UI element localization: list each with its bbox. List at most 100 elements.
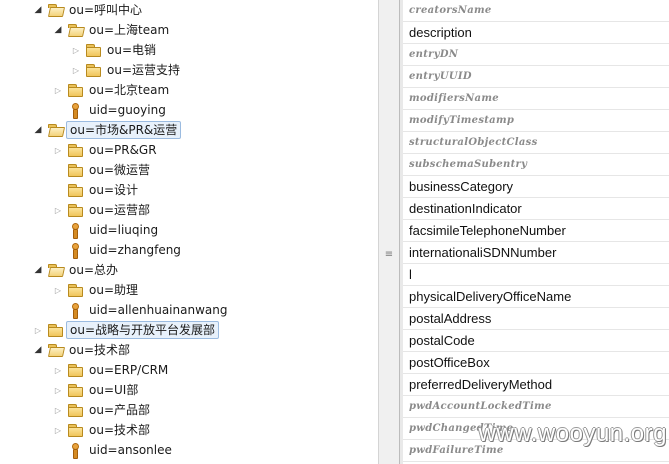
tree-node-label[interactable]: ou=微运营 [86,161,153,179]
operational-attribute-item[interactable]: subschemaSubentry [403,154,669,176]
tree-node[interactable]: ▷ ou=产品部 [52,400,153,420]
tree-node-label[interactable]: uid=ansonlee [86,441,175,459]
tree-node[interactable]: ▷ ou=助理 [52,280,141,300]
ldap-tree-pane[interactable]: ◢ ou=呼叫中心 ◢ ou=上海team ▷ ou=电销 ▷ ou=运营支持 ▷ ou=北京te… [0,0,378,464]
tree-node[interactable]: ▷ ou=ERP/CRM [52,360,171,380]
expanded-arrow-icon[interactable]: ◢ [32,260,44,280]
tree-node[interactable]: ▷ ou=战略与开放平台发展部 [32,320,220,340]
tree-node[interactable]: ou=设计 [52,180,141,200]
operational-attribute-item[interactable]: modifyTimestamp [403,110,669,132]
tree-node[interactable]: ▷ ou=北京team [52,80,172,100]
attribute-item[interactable]: l [403,264,669,286]
tree-node-label[interactable]: ou=北京team [86,81,172,99]
attribute-item[interactable]: postalAddress [403,308,669,330]
folder-open-icon [47,123,63,137]
tree-node-label[interactable]: uid=guoying [86,101,169,119]
attribute-item[interactable]: postOfficeBox [403,352,669,374]
splitter-grip-icon[interactable]: ≡ [384,250,394,260]
tree-node[interactable]: ▷ ou=技术部 [52,420,153,440]
tree-node[interactable]: uid=zhangfeng [52,240,184,260]
tree-node[interactable]: uid=ansonlee [52,440,175,460]
collapsed-arrow-icon[interactable]: ▷ [52,380,64,400]
expanded-arrow-icon[interactable]: ◢ [32,120,44,140]
attribute-item[interactable]: facsimileTelephoneNumber [403,220,669,242]
folder-icon [67,163,83,177]
tree-node-label[interactable]: ou=运营部 [86,201,153,219]
attribute-item[interactable]: internationaliSDNNumber [403,242,669,264]
expanded-arrow-icon[interactable]: ◢ [52,20,64,40]
pane-splitter[interactable]: ≡ [378,0,400,464]
tree-node-label[interactable]: ou=上海team [86,21,172,39]
tree-node-label[interactable]: ou=ERP/CRM [86,361,171,379]
tree-node[interactable]: ▷ ou=运营支持 [70,60,183,80]
attribute-item[interactable]: preferredDeliveryMethod [403,374,669,396]
collapsed-arrow-icon[interactable]: ▷ [32,320,44,340]
expanded-arrow-icon[interactable]: ◢ [32,0,44,20]
tree-node[interactable]: ou=微运营 [52,160,153,180]
folder-icon [67,283,83,297]
tree-node-label[interactable]: ou=助理 [86,281,141,299]
collapsed-arrow-icon[interactable]: ▷ [52,140,64,160]
folder-icon [47,323,63,337]
tree-node-label[interactable]: ou=设计 [86,181,141,199]
tree-node-label[interactable]: ou=市场&PR&运营 [66,121,182,139]
attribute-item[interactable]: description [403,22,669,44]
tree-node-label[interactable]: ou=呼叫中心 [66,1,145,19]
collapsed-arrow-icon[interactable]: ▷ [70,60,82,80]
tree-node[interactable]: ◢ ou=呼叫中心 [32,0,145,20]
tree-node-label[interactable]: uid=liuqing [86,221,161,239]
watermark: www.wooyun.org [478,420,667,447]
tree-node[interactable]: ◢ ou=总办 [32,260,121,280]
tree-node-label[interactable]: ou=运营支持 [104,61,183,79]
attribute-item[interactable]: businessCategory [403,176,669,198]
tree-node[interactable]: uid=allenhuainanwang [52,300,230,320]
collapsed-arrow-icon[interactable]: ▷ [52,400,64,420]
operational-attribute-item[interactable]: entryDN [403,44,669,66]
folder-icon [85,63,101,77]
operational-attribute-item[interactable]: structuralObjectClass [403,132,669,154]
tree-node[interactable]: ▷ ou=电销 [70,40,159,60]
tree-node[interactable]: uid=liuqing [52,220,161,240]
tree-node[interactable]: ◢ ou=技术部 [32,340,133,360]
operational-attribute-item[interactable]: creatorsName [403,0,669,22]
collapsed-arrow-icon[interactable]: ▷ [52,280,64,300]
tree-node-label[interactable]: ou=技术部 [86,421,153,439]
tree-node[interactable]: ◢ ou=市场&PR&运营 [32,120,182,140]
tree-node-label[interactable]: ou=产品部 [86,401,153,419]
collapsed-arrow-icon[interactable]: ▷ [52,200,64,220]
folder-open-icon [67,23,83,37]
attribute-item[interactable]: postalCode [403,330,669,352]
collapsed-arrow-icon[interactable]: ▷ [52,360,64,380]
tree-node[interactable]: ▷ ou=PR&GR [52,140,160,160]
tree-node[interactable]: ▷ ou=UI部 [52,380,141,400]
attribute-list[interactable]: creatorsName description entryDN entryUUID m… [403,0,669,464]
tree-node[interactable]: ▷ ou=运营部 [52,200,153,220]
tree-node-label[interactable]: uid=allenhuainanwang [86,301,230,319]
tree-node-label[interactable]: ou=UI部 [86,381,141,399]
tree-node[interactable]: uid=guoying [52,100,169,120]
folder-icon [67,423,83,437]
operational-attribute-item[interactable]: entryUUID [403,66,669,88]
tree-node-label[interactable]: ou=总办 [66,261,121,279]
tree-node-label[interactable]: ou=PR&GR [86,141,160,159]
tree-node-label[interactable]: ou=战略与开放平台发展部 [66,321,220,339]
operational-attribute-item[interactable]: pwdAccountLockedTime [403,396,669,418]
expanded-arrow-icon[interactable]: ◢ [32,340,44,360]
collapsed-arrow-icon[interactable]: ▷ [52,80,64,100]
operational-attribute-item[interactable]: modifiersName [403,88,669,110]
folder-icon [67,203,83,217]
tree-node-label[interactable]: ou=电销 [104,41,159,59]
tree-node-label[interactable]: uid=zhangfeng [86,241,184,259]
attribute-item[interactable]: destinationIndicator [403,198,669,220]
collapsed-arrow-icon[interactable]: ▷ [52,420,64,440]
attribute-item[interactable]: physicalDeliveryOfficeName [403,286,669,308]
collapsed-arrow-icon[interactable]: ▷ [70,40,82,60]
folder-icon [85,43,101,57]
folder-open-icon [47,3,63,17]
tree-node[interactable]: ◢ ou=上海team [52,20,172,40]
tree-node-label[interactable]: ou=技术部 [66,341,133,359]
